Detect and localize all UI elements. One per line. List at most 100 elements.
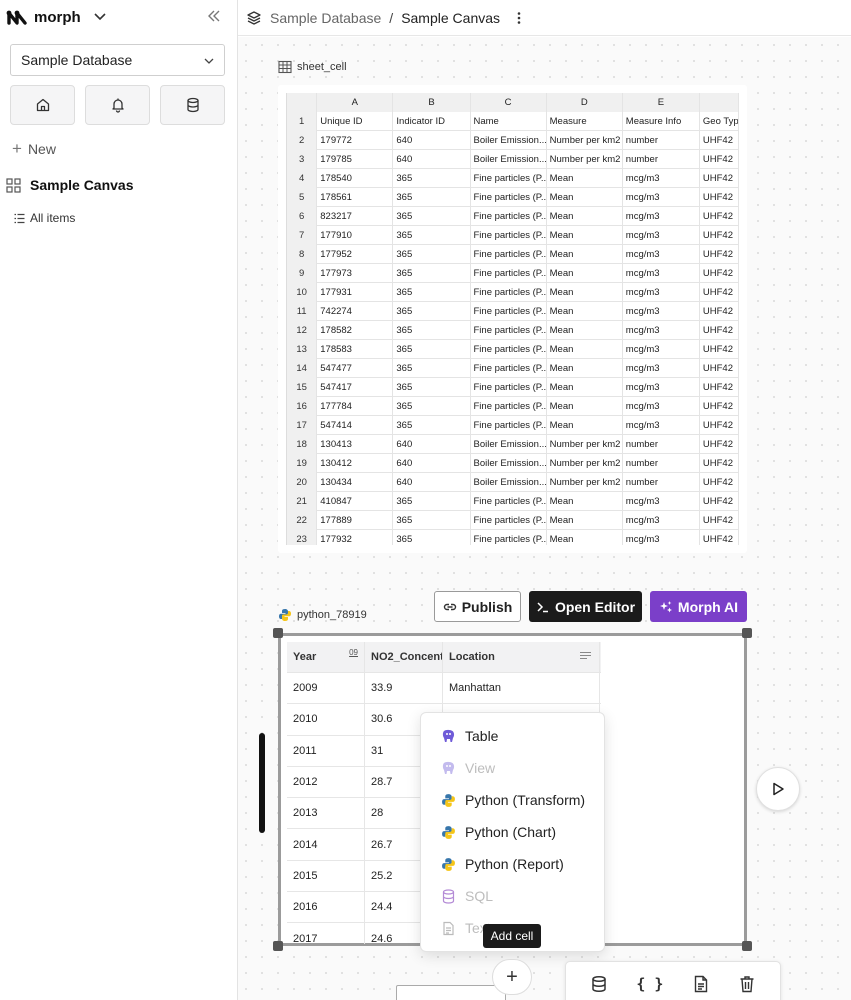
table-cell[interactable]: 365: [393, 511, 471, 530]
table-cell[interactable]: Mean: [547, 511, 623, 530]
table-cell[interactable]: 178540: [317, 169, 394, 188]
table-cell[interactable]: UHF42: [700, 226, 739, 245]
table-cell[interactable]: 130434: [317, 473, 394, 492]
table-cell[interactable]: 365: [393, 321, 471, 340]
table-cell[interactable]: UHF42: [700, 188, 739, 207]
table-cell[interactable]: 365: [393, 378, 471, 397]
table-cell[interactable]: UHF42: [700, 435, 739, 454]
run-button[interactable]: [756, 767, 800, 811]
table-cell[interactable]: Fine particles (P...: [471, 188, 547, 207]
code-braces-icon[interactable]: { }: [636, 975, 663, 993]
table-cell[interactable]: UHF42: [700, 454, 739, 473]
column-letter[interactable]: E: [622, 93, 700, 112]
table-cell[interactable]: 365: [393, 245, 471, 264]
canvas-area[interactable]: sheet_cell A B C D E 1 Unique ID Indicat…: [238, 37, 851, 1000]
table-cell[interactable]: number: [623, 454, 700, 473]
table-cell[interactable]: 365: [393, 283, 471, 302]
table-cell[interactable]: UHF42: [700, 321, 739, 340]
table-cell[interactable]: Fine particles (P...: [471, 511, 547, 530]
table-cell[interactable]: 130412: [317, 454, 394, 473]
drag-handle[interactable]: [259, 733, 265, 833]
table-cell[interactable]: number: [623, 150, 700, 169]
database-select[interactable]: Sample Database: [10, 44, 225, 76]
table-cell[interactable]: Indicator ID: [393, 112, 471, 131]
table-cell[interactable]: Fine particles (P...: [471, 321, 547, 340]
table-cell[interactable]: mcg/m3: [623, 416, 700, 435]
table-cell[interactable]: Boiler Emission...: [471, 131, 547, 150]
table-cell[interactable]: 547477: [317, 359, 394, 378]
table-cell[interactable]: Boiler Emission...: [471, 454, 547, 473]
table-cell[interactable]: UHF42: [700, 340, 739, 359]
table-cell[interactable]: Boiler Emission...: [471, 435, 547, 454]
table-cell[interactable]: UHF42: [700, 511, 739, 530]
table-cell[interactable]: Mean: [547, 169, 623, 188]
table-cell[interactable]: Boiler Emission...: [471, 150, 547, 169]
column-header-location[interactable]: Location: [443, 642, 600, 672]
table-cell[interactable]: Mean: [547, 188, 623, 207]
publish-button[interactable]: Publish: [434, 591, 521, 622]
table-cell[interactable]: UHF42: [700, 397, 739, 416]
table-cell[interactable]: Fine particles (P...: [471, 302, 547, 321]
menu-item-python-transform[interactable]: Python (Transform): [441, 792, 585, 808]
table-cell[interactable]: 365: [393, 416, 471, 435]
notifications-button[interactable]: [85, 85, 150, 125]
table-cell[interactable]: Boiler Emission...: [471, 473, 547, 492]
table-cell[interactable]: Fine particles (P...: [471, 492, 547, 511]
table-cell[interactable]: Fine particles (P...: [471, 264, 547, 283]
table-cell[interactable]: mcg/m3: [623, 340, 700, 359]
table-cell[interactable]: 365: [393, 169, 471, 188]
table-cell[interactable]: 177931: [317, 283, 394, 302]
table-cell[interactable]: 365: [393, 530, 471, 545]
database-button[interactable]: [160, 85, 225, 125]
all-items-link[interactable]: All items: [14, 211, 75, 225]
table-cell[interactable]: 2014: [287, 829, 365, 860]
table-cell[interactable]: UHF42: [700, 264, 739, 283]
table-cell[interactable]: 640: [393, 435, 471, 454]
next-cell-stub[interactable]: [396, 985, 506, 1000]
table-cell[interactable]: Mean: [547, 378, 623, 397]
table-cell[interactable]: Fine particles (P...: [471, 397, 547, 416]
sidebar-item-sample-canvas[interactable]: Sample Canvas: [6, 177, 134, 193]
table-cell[interactable]: number: [623, 473, 700, 492]
table-cell[interactable]: 178561: [317, 188, 394, 207]
table-cell[interactable]: Fine particles (P...: [471, 207, 547, 226]
more-options-icon[interactable]: [512, 11, 526, 25]
table-cell[interactable]: number: [623, 435, 700, 454]
table-cell[interactable]: UHF42: [700, 416, 739, 435]
table-cell[interactable]: mcg/m3: [623, 511, 700, 530]
table-cell[interactable]: 2011: [287, 735, 365, 766]
trash-icon[interactable]: [738, 975, 756, 993]
table-cell[interactable]: Fine particles (P...: [471, 416, 547, 435]
table-cell[interactable]: Fine particles (P...: [471, 378, 547, 397]
table-cell[interactable]: 365: [393, 340, 471, 359]
open-editor-button[interactable]: Open Editor: [529, 591, 642, 622]
column-header-no2[interactable]: NO2_Concentr: [365, 642, 443, 672]
table-cell[interactable]: mcg/m3: [623, 264, 700, 283]
table-cell[interactable]: 178583: [317, 340, 394, 359]
table-cell[interactable]: 177784: [317, 397, 394, 416]
table-cell[interactable]: mcg/m3: [623, 245, 700, 264]
table-cell[interactable]: Number per km2: [547, 454, 623, 473]
column-header-year[interactable]: Year 09: [287, 642, 365, 672]
table-cell[interactable]: 640: [393, 473, 471, 492]
table-cell[interactable]: 365: [393, 302, 471, 321]
table-cell[interactable]: 2012: [287, 766, 365, 798]
table-cell[interactable]: UHF42: [700, 378, 739, 397]
table-cell[interactable]: Fine particles (P...: [471, 530, 547, 545]
table-cell[interactable]: mcg/m3: [623, 169, 700, 188]
table-cell[interactable]: Name: [471, 112, 547, 131]
table-cell[interactable]: Number per km2: [547, 435, 623, 454]
table-cell[interactable]: mcg/m3: [623, 302, 700, 321]
table-cell[interactable]: Mean: [547, 302, 623, 321]
table-cell[interactable]: 547417: [317, 378, 394, 397]
table-cell[interactable]: Mean: [547, 530, 623, 545]
table-cell[interactable]: 365: [393, 264, 471, 283]
table-cell[interactable]: Fine particles (P...: [471, 340, 547, 359]
table-cell[interactable]: 365: [393, 226, 471, 245]
table-cell[interactable]: Unique ID: [317, 112, 394, 131]
table-cell[interactable]: Geo Typ: [700, 112, 739, 131]
table-cell[interactable]: 823217: [317, 207, 394, 226]
table-cell[interactable]: Mean: [547, 397, 623, 416]
document-icon[interactable]: [692, 975, 710, 993]
collapse-sidebar-icon[interactable]: [206, 8, 222, 24]
